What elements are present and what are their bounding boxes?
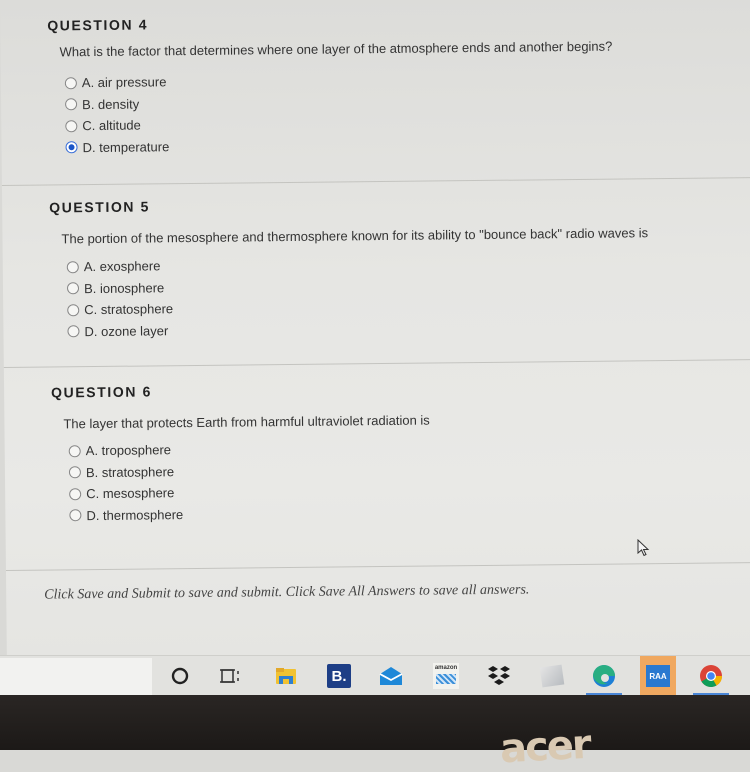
booking-label: B. [327, 664, 351, 688]
option-label: A. air pressure [81, 74, 167, 91]
radio-button[interactable] [66, 260, 79, 274]
option-label: A. exosphere [83, 258, 161, 275]
option-b[interactable]: B. ionosphere [66, 277, 173, 300]
dropbox-icon[interactable] [485, 662, 513, 690]
chrome-icon[interactable] [693, 662, 729, 696]
option-b[interactable]: B. stratosphere [68, 461, 183, 484]
option-a[interactable]: A. air pressure [64, 71, 169, 94]
question-4: QUESTION 4 What is the factor that deter… [0, 9, 750, 186]
question-text: The layer that protects Earth from harmf… [63, 412, 430, 432]
radio-button[interactable] [69, 509, 82, 522]
task-view-icon[interactable] [216, 662, 244, 690]
generic-app-icon[interactable] [538, 662, 566, 690]
question-5: QUESTION 5 The portion of the mesosphere… [2, 191, 750, 368]
answer-options: A. exosphere B. ionosphere C. stratosphe… [66, 255, 174, 343]
question-title: QUESTION 6 [51, 383, 152, 401]
radio-button[interactable] [64, 76, 77, 90]
option-b[interactable]: B. density [65, 93, 169, 116]
amazon-icon[interactable]: amazon [432, 662, 460, 690]
raa-label: RAA [646, 665, 670, 687]
answer-options: A. air pressure B. density C. altitude D… [64, 71, 170, 159]
question-text: The portion of the mesosphere and thermo… [61, 225, 649, 247]
option-label: A. troposphere [85, 442, 172, 459]
option-label: D. thermosphere [86, 506, 184, 523]
booking-icon[interactable]: B. [325, 662, 353, 690]
submit-instructions: Click Save and Submit to save and submit… [44, 582, 530, 603]
taskbar: B. amazon RAA [0, 655, 750, 702]
option-label: B. stratosphere [85, 463, 175, 480]
acer-logo: acer [498, 721, 591, 772]
option-c[interactable]: C. stratosphere [67, 298, 173, 321]
question-title: QUESTION 4 [47, 16, 149, 34]
screen: QUESTION 4 What is the factor that deter… [0, 0, 750, 700]
answer-options: A. troposphere B. stratosphere C. mesosp… [68, 439, 184, 527]
mouse-cursor-icon [637, 539, 650, 557]
option-c[interactable]: C. mesosphere [69, 482, 183, 505]
option-d[interactable]: D. ozone layer [67, 320, 173, 343]
option-a[interactable]: A. exosphere [66, 255, 173, 278]
edge-icon[interactable] [586, 662, 622, 696]
radio-button[interactable] [65, 119, 78, 133]
monitor-bezel [0, 695, 750, 750]
radio-button[interactable] [68, 444, 81, 458]
file-explorer-icon[interactable] [272, 662, 300, 690]
question-title: QUESTION 5 [49, 198, 151, 216]
option-label: C. stratosphere [84, 301, 174, 318]
option-d[interactable]: D. thermosphere [69, 504, 183, 527]
option-label: B. density [82, 96, 140, 112]
option-label: C. altitude [82, 117, 141, 134]
mail-icon[interactable] [377, 662, 405, 690]
taskbar-search-box[interactable] [0, 658, 152, 696]
raa-app-icon[interactable]: RAA [636, 656, 680, 702]
option-d[interactable]: D. temperature [65, 136, 169, 159]
radio-button[interactable] [68, 466, 82, 479]
radio-button-selected[interactable] [65, 141, 78, 154]
amazon-label: amazon [434, 665, 458, 671]
cortana-icon[interactable] [166, 662, 194, 690]
option-c[interactable]: C. altitude [65, 114, 169, 137]
radio-button[interactable] [65, 98, 78, 111]
option-label: B. ionosphere [83, 280, 165, 296]
option-label: D. ozone layer [84, 323, 169, 339]
radio-button[interactable] [67, 303, 80, 317]
option-a[interactable]: A. troposphere [68, 439, 183, 462]
question-text: What is the factor that determines where… [59, 38, 613, 60]
option-label: C. mesosphere [86, 485, 175, 502]
radio-button[interactable] [67, 325, 80, 338]
option-label: D. temperature [82, 138, 170, 155]
radio-button[interactable] [66, 282, 80, 295]
radio-button[interactable] [69, 487, 82, 501]
